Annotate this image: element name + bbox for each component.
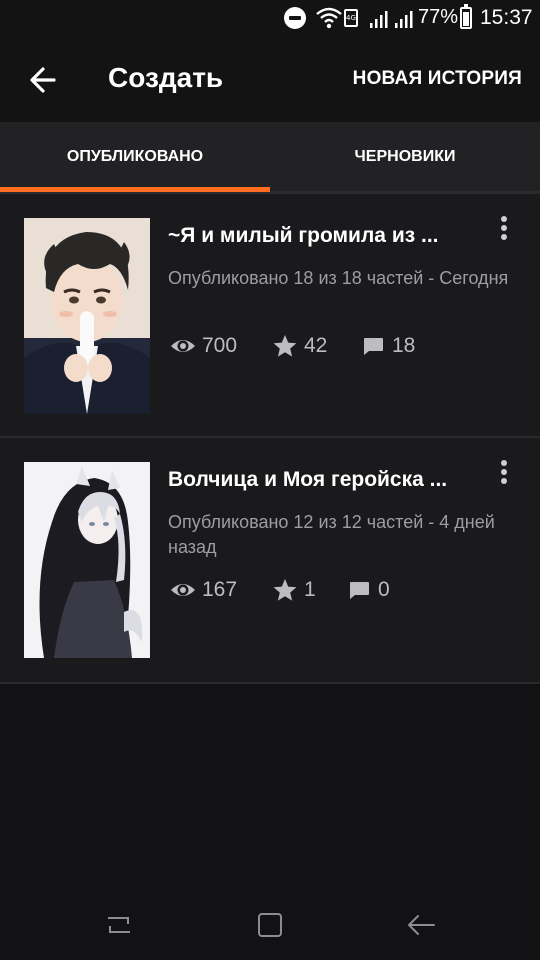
views-stat: 700 <box>170 332 237 360</box>
story-stats: 167 1 0 <box>170 576 510 604</box>
comments-stat: 0 <box>346 576 390 604</box>
story-cover[interactable] <box>24 218 150 414</box>
votes-stat: 1 <box>272 576 316 604</box>
new-story-button[interactable]: НОВАЯ ИСТОРИЯ <box>353 68 522 90</box>
story-meta: Опубликовано 18 из 18 частей - Сегодня <box>168 268 509 288</box>
back-icon[interactable] <box>404 908 438 942</box>
battery-percent: 77% <box>418 6 459 28</box>
wifi-icon <box>316 7 342 29</box>
views-count: 167 <box>202 578 238 601</box>
more-options-icon[interactable] <box>494 216 514 244</box>
story-card[interactable]: Волчица и Моя геройска ... Опубликовано … <box>0 438 540 684</box>
story-card[interactable]: ~Я и милый громила из ... Опубликовано 1… <box>0 192 540 438</box>
story-meta: Опубликовано 12 из 12 частей - 4 дней на… <box>168 512 495 557</box>
comments-stat: 18 <box>360 332 415 360</box>
comments-count: 18 <box>392 334 416 357</box>
story-cover[interactable] <box>24 462 150 658</box>
system-nav-bar <box>0 890 540 960</box>
tab-bar: ОПУБЛИКОВАНО ЧЕРНОВИКИ <box>0 122 540 192</box>
status-bar: 4G 77% 15:37 <box>0 0 540 38</box>
votes-stat: 42 <box>272 332 327 360</box>
arrow-left-icon[interactable] <box>24 60 64 100</box>
tab-published[interactable]: ОПУБЛИКОВАНО <box>0 122 270 192</box>
signal-icon <box>370 11 388 28</box>
more-options-icon[interactable] <box>494 460 514 488</box>
star-icon <box>273 579 297 601</box>
story-stats: 700 42 18 <box>170 332 510 360</box>
home-icon[interactable] <box>253 908 287 942</box>
votes-count: 42 <box>304 334 328 357</box>
views-count: 700 <box>202 334 238 357</box>
battery-icon <box>460 4 472 29</box>
star-icon <box>273 335 297 357</box>
story-list: ~Я и милый громила из ... Опубликовано 1… <box>0 192 540 684</box>
story-title[interactable]: ~Я и милый громила из ... <box>168 224 468 248</box>
eye-icon <box>171 584 195 596</box>
sim-icon: 4G <box>344 9 358 27</box>
comments-count: 0 <box>378 578 390 601</box>
recent-apps-icon[interactable] <box>102 908 136 942</box>
clock: 15:37 <box>480 6 533 29</box>
signal-icon <box>395 11 413 28</box>
tab-drafts[interactable]: ЧЕРНОВИКИ <box>270 122 540 192</box>
views-stat: 167 <box>170 576 237 604</box>
comment-icon <box>364 338 383 355</box>
story-title[interactable]: Волчица и Моя геройска ... <box>168 468 468 492</box>
page-title: Создать <box>108 62 224 93</box>
comment-icon <box>350 582 369 599</box>
eye-icon <box>171 340 195 352</box>
app-bar: Создать НОВАЯ ИСТОРИЯ <box>0 38 540 122</box>
votes-count: 1 <box>304 578 316 601</box>
do-not-disturb-icon <box>284 7 306 29</box>
